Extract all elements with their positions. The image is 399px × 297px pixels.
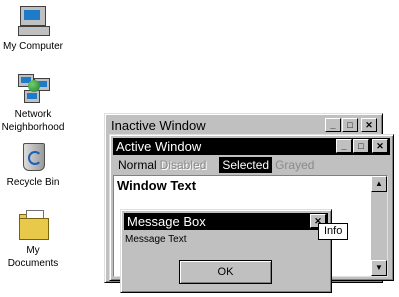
maximize-button[interactable]: □ (342, 118, 358, 132)
menu-item-selected[interactable]: Selected (219, 157, 273, 173)
maximize-button[interactable]: □ (353, 139, 369, 153)
scroll-down-button[interactable]: ▼ (371, 260, 387, 276)
scroll-up-button[interactable]: ▲ (371, 176, 387, 192)
info-tooltip: Info (318, 223, 349, 240)
message-box[interactable]: Message Box ✕ Message Text OK (120, 209, 332, 293)
message-box-titlebar[interactable]: Message Box ✕ (124, 213, 328, 230)
menu-bar: Normal Disabled Selected Grayed (115, 157, 317, 173)
desktop-icon-label: Recycle Bin (6, 177, 60, 188)
active-window-title: Active Window (116, 139, 202, 154)
close-button[interactable]: ✕ (372, 139, 388, 153)
minimize-button[interactable]: _ (336, 139, 352, 153)
menu-item-normal[interactable]: Normal (115, 157, 160, 173)
desktop-icon-network-neighborhood[interactable]: Network Neighborhood (0, 72, 69, 134)
message-text: Message Text (125, 234, 187, 245)
ok-button[interactable]: OK (179, 260, 272, 284)
inactive-window-title: Inactive Window (111, 118, 206, 133)
vertical-scrollbar[interactable]: ▲ ▼ (371, 176, 387, 276)
inactive-window-titlebar[interactable]: Inactive Window _ □ ✕ (108, 117, 379, 134)
window-text: Window Text (117, 178, 197, 193)
desktop-icon-label: My Documents (7, 245, 59, 269)
minimize-button[interactable]: _ (325, 118, 341, 132)
network-icon (16, 72, 50, 106)
desktop-icon-label: Network Neighborhood (1, 109, 65, 133)
desktop-icon-my-computer[interactable]: My Computer (0, 4, 69, 53)
desktop-icon-label: My Computer (2, 41, 63, 52)
desktop-icon-recycle-bin[interactable]: Recycle Bin (0, 140, 69, 189)
documents-icon (16, 208, 50, 242)
close-button[interactable]: ✕ (361, 118, 377, 132)
menu-item-disabled: Disabled (159, 158, 207, 172)
menu-item-grayed: Grayed (275, 158, 315, 172)
active-window-titlebar[interactable]: Active Window _ □ ✕ (113, 138, 390, 155)
message-box-title: Message Box (127, 214, 206, 229)
desktop-icon-my-documents[interactable]: My Documents (0, 208, 69, 270)
computer-icon (16, 4, 50, 38)
recycle-bin-icon (16, 140, 50, 174)
